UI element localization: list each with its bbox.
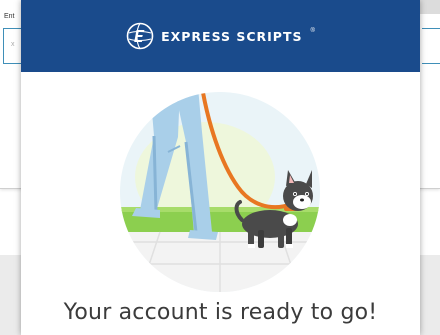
- modal-header: EXPRESS SCRIPTS ®: [21, 0, 420, 72]
- account-ready-headline: Your account is ready to go!: [63, 300, 378, 325]
- background-input-placeholder: x: [11, 41, 15, 48]
- account-ready-modal: EXPRESS SCRIPTS ® Your account is ready …: [21, 0, 420, 335]
- express-scripts-logo-icon: [126, 22, 154, 50]
- brand-name: EXPRESS SCRIPTS: [161, 28, 303, 44]
- brand-logo-lockup: EXPRESS SCRIPTS ®: [126, 22, 315, 50]
- background-input-end[interactable]: [422, 28, 440, 64]
- background-field-label: Ent: [4, 13, 15, 20]
- brand-registered-mark: ®: [310, 28, 315, 34]
- person-walking-dog-illustration: [120, 92, 320, 292]
